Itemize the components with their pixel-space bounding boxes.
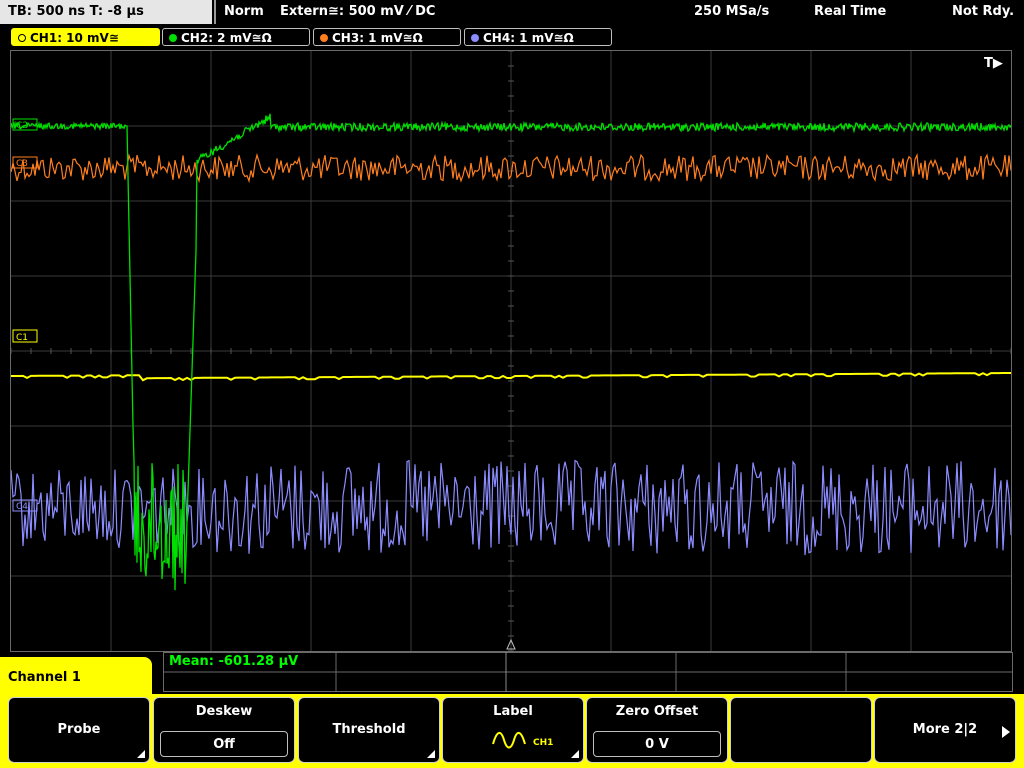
trigger-position-marker[interactable]: T▶	[984, 56, 1003, 71]
submenu-corner-icon	[427, 750, 435, 758]
menu-title: Channel 1	[0, 657, 152, 699]
trigger-source[interactable]: Extern≅: 500 mV ⁄ DC	[280, 0, 435, 24]
ch4-marker-text: C4	[16, 502, 28, 512]
deskew-button[interactable]: Deskew Off	[153, 697, 295, 763]
threshold-label: Threshold	[332, 722, 406, 737]
status-separator	[214, 0, 216, 24]
acquisition-state: Not Rdy.	[952, 4, 1015, 19]
tab-ch1[interactable]: CH1: 10 mV≅	[11, 28, 160, 46]
zero-offset-value[interactable]: 0 V	[593, 731, 721, 757]
waveform-display[interactable]: C2 C3 C1 C4 T▶	[11, 51, 1011, 651]
ch3-marker-text: C3	[16, 159, 28, 169]
acquisition-mode: Real Time	[814, 4, 887, 19]
probe-label: Probe	[57, 722, 101, 737]
ch4-dot-icon	[471, 34, 479, 42]
ch1-marker-text: C1	[16, 333, 28, 343]
ch2-label: CH2: 2 mV≅Ω	[181, 31, 272, 45]
sample-rate: 250 MSa/s	[694, 4, 770, 19]
ch4-label: CH4: 1 mV≅Ω	[483, 31, 574, 45]
zero-offset-button[interactable]: Zero Offset 0 V	[586, 697, 728, 763]
empty-softkey[interactable]	[730, 697, 872, 763]
ch1-label: CH1: 10 mV≅	[30, 31, 119, 45]
ch2-marker-text: C2	[16, 121, 28, 131]
label-button[interactable]: Label CH1	[442, 697, 584, 763]
deskew-label: Deskew	[195, 704, 253, 719]
trigger-mode[interactable]: Norm	[224, 0, 264, 24]
deskew-value[interactable]: Off	[160, 731, 288, 757]
zero-offset-label: Zero Offset	[615, 704, 699, 719]
label-label: Label	[493, 704, 533, 719]
waveform-label-icon	[492, 732, 526, 749]
tab-ch2[interactable]: CH2: 2 mV≅Ω	[162, 28, 310, 46]
graticule	[11, 51, 1011, 651]
ch1-dot-icon	[18, 34, 26, 42]
mean-measurement[interactable]: Mean: -601.28 µV	[169, 654, 298, 669]
ch2-dot-icon	[169, 34, 177, 42]
threshold-button[interactable]: Threshold	[298, 697, 440, 763]
more-button[interactable]: More 2|2	[874, 697, 1016, 763]
submenu-corner-icon	[571, 750, 579, 758]
tab-ch3[interactable]: CH3: 1 mV≅Ω	[313, 28, 461, 46]
submenu-corner-icon	[137, 750, 145, 758]
more-label: More 2|2	[912, 722, 978, 737]
probe-button[interactable]: Probe	[8, 697, 150, 763]
timebase-readout[interactable]: TB: 500 ns T: -8 µs	[0, 0, 212, 24]
label-channel: CH1	[533, 738, 554, 748]
next-page-arrow-icon	[1002, 726, 1010, 738]
ch3-dot-icon	[320, 34, 328, 42]
tab-ch4[interactable]: CH4: 1 mV≅Ω	[464, 28, 612, 46]
ch3-label: CH3: 1 mV≅Ω	[332, 31, 423, 45]
